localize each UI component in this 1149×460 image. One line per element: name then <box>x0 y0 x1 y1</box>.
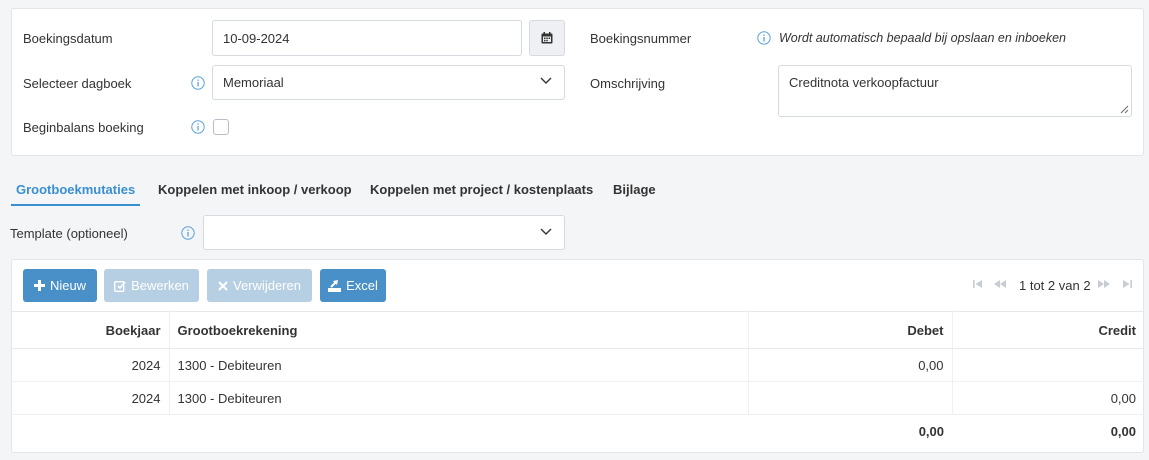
cell-debit: 0,00 <box>748 348 953 382</box>
resize-grip-icon[interactable] <box>1120 105 1129 114</box>
cell-year: 2024 <box>11 381 170 415</box>
delete-button[interactable]: Verwijderen <box>207 269 312 302</box>
booking-date-label: Boekingsdatum <box>23 31 113 46</box>
journal-select-value: Memoriaal <box>223 75 284 90</box>
tab-koppelen-inkoop-verkoop[interactable]: Koppelen met inkoop / verkoop <box>158 182 352 197</box>
tab-bijlage[interactable]: Bijlage <box>613 182 656 197</box>
edit-button[interactable]: Bewerken <box>104 269 199 302</box>
template-select[interactable] <box>203 215 565 250</box>
journal-label: Selecteer dagboek <box>23 76 132 91</box>
next-page-icon[interactable] <box>1098 279 1110 289</box>
calendar-button[interactable] <box>529 20 565 56</box>
chevron-down-icon <box>540 228 552 235</box>
totals-spacer <box>169 415 748 448</box>
column-header-boekjaar[interactable]: Boekjaar <box>11 311 170 349</box>
chevron-down-icon <box>540 77 552 84</box>
info-icon <box>181 226 195 240</box>
description-value: Creditnota verkoopfactuur <box>789 75 939 90</box>
info-icon <box>191 120 205 134</box>
edit-button-label: Bewerken <box>131 278 189 293</box>
excel-button-label: Excel <box>346 278 378 293</box>
prev-page-icon[interactable] <box>994 279 1006 289</box>
opening-balance-checkbox[interactable] <box>213 119 229 135</box>
booking-number-hint: Wordt automatisch bepaald bij opslaan en… <box>779 31 1066 45</box>
booking-date-value: 10-09-2024 <box>223 30 290 46</box>
totals-row: 0,00 0,00 <box>11 415 1144 448</box>
excel-button[interactable]: Excel <box>320 269 386 302</box>
template-label: Template (optioneel) <box>10 226 128 241</box>
ledger-table: Boekjaar Grootboekrekening Debet Credit … <box>11 311 1144 448</box>
last-page-icon[interactable] <box>1122 279 1132 289</box>
description-label: Omschrijving <box>590 76 666 91</box>
plus-icon <box>33 280 45 291</box>
table-row[interactable]: 2024 1300 - Debiteuren 0,00 <box>11 348 1144 382</box>
export-icon <box>328 279 342 292</box>
column-header-debet[interactable]: Debet <box>748 311 953 349</box>
delete-button-label: Verwijderen <box>233 278 301 293</box>
first-page-icon[interactable] <box>973 279 983 289</box>
close-icon <box>218 280 228 291</box>
description-textarea[interactable]: Creditnota verkoopfactuur <box>778 65 1132 117</box>
active-tab-indicator <box>11 204 140 206</box>
opening-balance-label: Beginbalans boeking <box>23 120 144 135</box>
pager-text: 1 tot 2 van 2 <box>1019 278 1091 293</box>
totals-spacer <box>11 415 169 448</box>
column-header-grootboekrekening[interactable]: Grootboekrekening <box>169 311 749 349</box>
calendar-icon <box>541 32 553 44</box>
cell-credit: 0,00 <box>952 381 1144 415</box>
column-header-credit[interactable]: Credit <box>952 311 1144 349</box>
total-credit: 0,00 <box>1110 423 1136 439</box>
new-button[interactable]: Nieuw <box>23 269 97 302</box>
info-icon <box>757 31 771 45</box>
cell-debit <box>748 381 953 415</box>
cell-account: 1300 - Debiteuren <box>169 348 749 382</box>
edit-icon <box>114 280 126 292</box>
tab-grootboekmutaties[interactable]: Grootboekmutaties <box>16 182 135 197</box>
cell-credit <box>952 348 1144 382</box>
journal-select[interactable]: Memoriaal <box>212 65 565 100</box>
booking-number-label: Boekingsnummer <box>590 31 692 46</box>
new-button-label: Nieuw <box>49 278 87 293</box>
info-icon <box>191 76 205 90</box>
booking-date-input[interactable]: 10-09-2024 <box>212 20 522 56</box>
total-debit: 0,00 <box>918 423 944 439</box>
tab-koppelen-project-kostenplaats[interactable]: Koppelen met project / kostenplaats <box>370 182 593 197</box>
cell-year: 2024 <box>11 348 170 382</box>
table-row[interactable]: 2024 1300 - Debiteuren 0,00 <box>11 381 1144 415</box>
cell-account: 1300 - Debiteuren <box>169 381 749 415</box>
table-header-row: Boekjaar Grootboekrekening Debet Credit <box>11 311 1144 349</box>
